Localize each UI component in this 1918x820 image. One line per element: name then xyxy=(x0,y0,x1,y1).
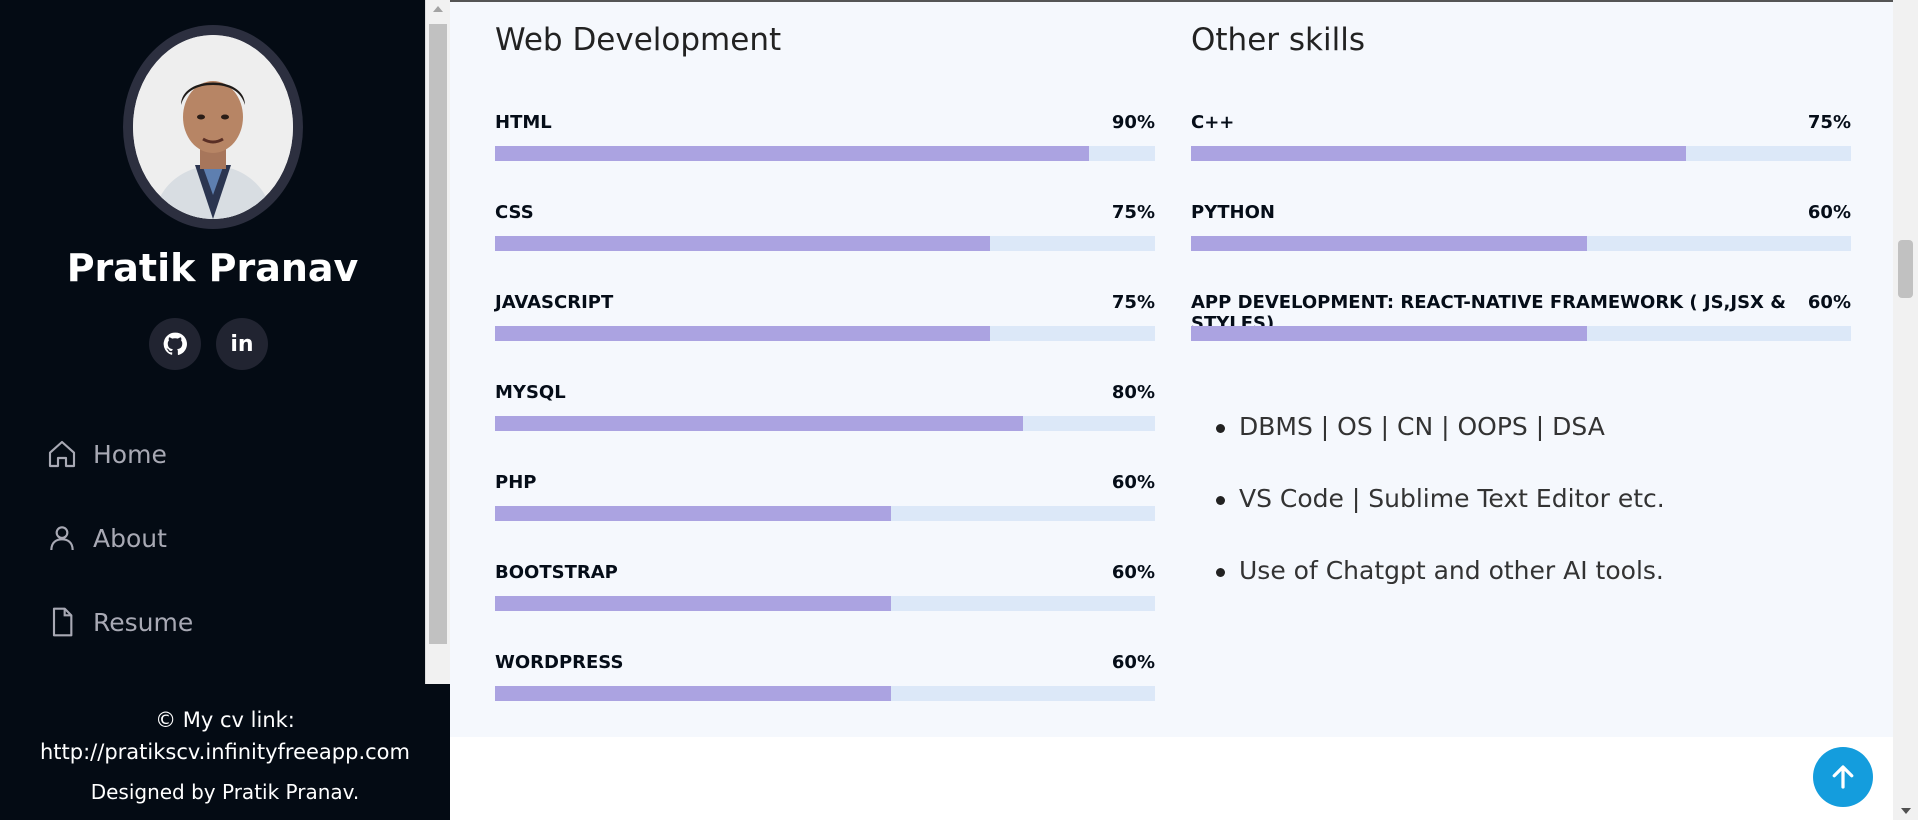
footer-cv-label: © My cv link: xyxy=(155,708,295,732)
skill-progress-track xyxy=(495,146,1155,161)
list-item: VS Code | Sublime Text Editor etc. xyxy=(1191,484,1665,556)
skill-progress-fill xyxy=(495,146,1089,161)
page-scrollbar[interactable] xyxy=(1893,0,1918,820)
skill-label: WORDPRESS xyxy=(495,652,624,673)
profile-photo xyxy=(133,35,293,219)
nav-home[interactable]: Home xyxy=(46,434,167,474)
skill-progress-track xyxy=(495,236,1155,251)
skill-label: PHP xyxy=(495,472,537,493)
skill-label: JAVASCRIPT xyxy=(495,292,614,313)
skill-progress-track xyxy=(495,326,1155,341)
home-icon xyxy=(48,440,76,468)
skill-progress-fill xyxy=(495,236,990,251)
skill-progress-track xyxy=(495,596,1155,611)
web-skills-title: Web Development xyxy=(495,22,782,58)
skill-percent: 75% xyxy=(1807,112,1851,133)
skill-progress-fill xyxy=(495,596,891,611)
footer-cv-link[interactable]: http://pratikscv.infinityfreeapp.com xyxy=(0,740,450,764)
nav-resume-label: Resume xyxy=(93,607,194,637)
skill-progress-fill xyxy=(1191,236,1587,251)
person-icon xyxy=(50,526,74,551)
avatar xyxy=(133,35,293,219)
sidebar-scrollbar-thumb[interactable] xyxy=(429,24,447,644)
sidebar-scrollbar[interactable] xyxy=(425,0,450,684)
github-icon xyxy=(163,332,187,355)
skill-label: MYSQL xyxy=(495,382,566,403)
skill-percent: 80% xyxy=(1111,382,1155,403)
skill-progress-track xyxy=(495,416,1155,431)
skill-percent: 60% xyxy=(1111,562,1155,583)
skill-label: BOOTSTRAP xyxy=(495,562,618,583)
profile-avatar-ring xyxy=(123,25,303,229)
other-skills-list: DBMS | OS | CN | OOPS | DSA VS Code | Su… xyxy=(1191,412,1665,628)
nav-resume[interactable]: Resume xyxy=(46,602,193,642)
skill-item: PYTHON 60% xyxy=(1191,202,1851,262)
skill-label: PYTHON xyxy=(1191,202,1275,223)
skill-label: C++ xyxy=(1191,112,1235,133)
github-link[interactable] xyxy=(149,318,201,370)
list-item: Use of Chatgpt and other AI tools. xyxy=(1191,556,1665,628)
skill-percent: 60% xyxy=(1807,292,1851,313)
skill-label: CSS xyxy=(495,202,534,223)
skill-progress-track xyxy=(495,506,1155,521)
skill-item: CSS 75% xyxy=(495,202,1155,262)
skill-progress-track xyxy=(495,686,1155,701)
sidebar: Pratik Pranav in Home About Resume © My … xyxy=(0,0,450,820)
linkedin-icon: in xyxy=(230,331,254,357)
skill-progress-fill xyxy=(495,416,1023,431)
skill-progress-track xyxy=(1191,236,1851,251)
skill-item: APP DEVELOPMENT: REACT-NATIVE FRAMEWORK … xyxy=(1191,292,1851,352)
skill-item: PHP 60% xyxy=(495,472,1155,532)
skill-percent: 90% xyxy=(1111,112,1155,133)
skill-percent: 60% xyxy=(1807,202,1851,223)
skill-percent: 60% xyxy=(1111,652,1155,673)
skill-progress-fill xyxy=(495,686,891,701)
back-to-top-button[interactable] xyxy=(1813,747,1873,807)
skill-label: HTML xyxy=(495,112,552,133)
linkedin-link[interactable]: in xyxy=(216,318,268,370)
skill-item: BOOTSTRAP 60% xyxy=(495,562,1155,622)
skill-percent: 75% xyxy=(1111,202,1155,223)
skill-progress-track xyxy=(1191,146,1851,161)
nav-about[interactable]: About xyxy=(46,518,167,558)
skill-item: WORDPRESS 60% xyxy=(495,652,1155,712)
skill-percent: 60% xyxy=(1111,472,1155,493)
file-icon xyxy=(52,607,73,637)
other-skills-title: Other skills xyxy=(1191,22,1365,58)
skill-item: HTML 90% xyxy=(495,112,1155,172)
skill-item: JAVASCRIPT 75% xyxy=(495,292,1155,352)
arrow-up-icon xyxy=(1832,765,1854,789)
skill-progress-fill xyxy=(1191,326,1587,341)
skill-progress-track xyxy=(1191,326,1851,341)
skill-progress-fill xyxy=(495,326,990,341)
footer-credits: Designed by Pratik Pranav. xyxy=(90,780,360,804)
nav-about-label: About xyxy=(93,523,167,553)
page-scrollbar-thumb[interactable] xyxy=(1898,240,1913,298)
scroll-up-arrow-icon[interactable] xyxy=(433,6,443,12)
nav-home-label: Home xyxy=(93,439,167,469)
profile-name: Pratik Pranav xyxy=(66,246,359,290)
skill-progress-fill xyxy=(495,506,891,521)
skill-percent: 75% xyxy=(1111,292,1155,313)
skill-item: C++ 75% xyxy=(1191,112,1851,172)
skill-progress-fill xyxy=(1191,146,1686,161)
scroll-down-arrow-icon[interactable] xyxy=(1900,808,1911,814)
skills-section: Web Development HTML 90% CSS 75% JAVASCR… xyxy=(450,0,1893,737)
list-item: DBMS | OS | CN | OOPS | DSA xyxy=(1191,412,1665,484)
skill-item: MYSQL 80% xyxy=(495,382,1155,442)
